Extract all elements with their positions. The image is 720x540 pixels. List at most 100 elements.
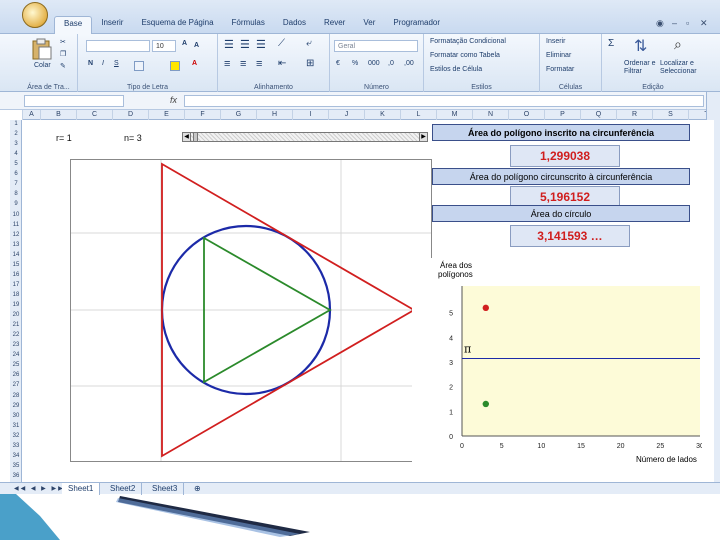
tab-dados[interactable]: Dados — [274, 16, 315, 34]
row-header[interactable]: 9 — [10, 201, 22, 207]
row-header[interactable]: 4 — [10, 151, 22, 157]
row-header[interactable]: 34 — [10, 453, 22, 459]
find-select-button[interactable]: Localizar e Seleccionar — [660, 60, 704, 76]
column-header-d[interactable]: D — [112, 110, 148, 120]
decrease-indent-icon[interactable]: ⇤ — [278, 58, 286, 69]
align-middle-icon[interactable]: ☰ — [240, 38, 250, 51]
grow-font-icon[interactable]: A — [182, 40, 187, 47]
align-right-icon[interactable]: ≡ — [256, 58, 262, 70]
row-header[interactable]: 6 — [10, 171, 22, 177]
column-header-r[interactable]: R — [616, 110, 652, 120]
row-header[interactable]: 3 — [10, 141, 22, 147]
office-button-icon[interactable] — [22, 2, 48, 28]
column-header-h[interactable]: H — [256, 110, 292, 120]
row-header[interactable]: 24 — [10, 352, 22, 358]
restore-icon[interactable]: ▫ — [686, 18, 689, 28]
row-header[interactable]: 11 — [10, 222, 22, 228]
tab-inserir[interactable]: Inserir — [92, 16, 132, 34]
row-header[interactable]: 8 — [10, 191, 22, 197]
column-header-q[interactable]: Q — [580, 110, 616, 120]
align-bottom-icon[interactable]: ☰ — [256, 38, 266, 51]
row-header[interactable]: 16 — [10, 272, 22, 278]
row-header[interactable]: 27 — [10, 382, 22, 388]
insert-cells-button[interactable]: Inserir — [546, 38, 565, 45]
percent-icon[interactable]: % — [352, 60, 358, 67]
row-header[interactable]: 5 — [10, 161, 22, 167]
row-header[interactable]: 12 — [10, 232, 22, 238]
paste-label[interactable]: Colar — [34, 62, 51, 69]
column-header-o[interactable]: O — [508, 110, 544, 120]
sides-scrollbar[interactable]: ◀ ▶ — [182, 132, 428, 142]
column-header-m[interactable]: M — [436, 110, 472, 120]
column-header-n[interactable]: N — [472, 110, 508, 120]
conditional-formatting-button[interactable]: Formatação Condicional — [430, 38, 506, 45]
borders-icon[interactable] — [134, 61, 144, 71]
font-name-combo[interactable] — [86, 40, 150, 52]
format-painter-icon[interactable]: ✎ — [60, 62, 66, 70]
copy-icon[interactable]: ❐ — [60, 50, 66, 58]
row-header[interactable]: 25 — [10, 362, 22, 368]
row-header[interactable]: 23 — [10, 342, 22, 348]
increase-decimal-icon[interactable]: ,0 — [388, 60, 394, 67]
row-header[interactable]: 28 — [10, 393, 22, 399]
row-header[interactable]: 26 — [10, 372, 22, 378]
column-header-p[interactable]: P — [544, 110, 580, 120]
wrap-text-icon[interactable]: ⤶ — [306, 38, 312, 49]
row-header[interactable]: 36 — [10, 473, 22, 479]
tab-rever[interactable]: Rever — [315, 16, 354, 34]
tab-base[interactable]: Base — [54, 16, 93, 34]
find-select-icon[interactable]: ⌕ — [674, 36, 682, 53]
row-header[interactable]: 35 — [10, 463, 22, 469]
align-center-icon[interactable]: ≡ — [240, 58, 246, 70]
format-as-table-button[interactable]: Formatar como Tabela — [430, 52, 500, 59]
row-header[interactable]: 7 — [10, 181, 22, 187]
column-header-e[interactable]: E — [148, 110, 184, 120]
cut-icon[interactable]: ✂ — [60, 38, 66, 46]
column-header-s[interactable]: S — [652, 110, 688, 120]
row-header[interactable]: 13 — [10, 242, 22, 248]
row-header[interactable]: 2 — [10, 131, 22, 137]
font-color-icon[interactable]: A — [192, 60, 197, 67]
row-header[interactable]: 33 — [10, 443, 22, 449]
column-header-a[interactable]: A — [22, 110, 40, 120]
row-header[interactable]: 29 — [10, 403, 22, 409]
paste-icon[interactable] — [30, 38, 54, 60]
column-header-b[interactable]: B — [40, 110, 76, 120]
column-header-j[interactable]: J — [328, 110, 364, 120]
font-size-combo[interactable]: 10 — [152, 40, 176, 52]
currency-icon[interactable]: € — [336, 60, 340, 67]
row-header[interactable]: 30 — [10, 413, 22, 419]
tab-esquema[interactable]: Esquema de Página — [132, 16, 222, 34]
tab-formulas[interactable]: Fórmulas — [223, 16, 274, 34]
row-header[interactable]: 32 — [10, 433, 22, 439]
sort-filter-icon[interactable]: ⇅ — [634, 36, 647, 56]
fill-color-icon[interactable] — [170, 61, 180, 71]
close-icon[interactable]: ✕ — [700, 18, 708, 29]
align-left-icon[interactable]: ≡ — [224, 58, 230, 70]
row-header[interactable]: 15 — [10, 262, 22, 268]
row-header[interactable]: 20 — [10, 312, 22, 318]
tab-ver[interactable]: Ver — [354, 16, 384, 34]
format-cells-button[interactable]: Formatar — [546, 66, 574, 73]
decrease-decimal-icon[interactable]: ,00 — [404, 60, 414, 67]
name-box[interactable] — [24, 95, 124, 107]
autosum-icon[interactable]: Σ — [608, 38, 614, 49]
align-top-icon[interactable]: ☰ — [224, 38, 234, 51]
formula-input[interactable] — [184, 95, 704, 107]
row-header[interactable]: 10 — [10, 212, 22, 218]
number-format-combo[interactable]: Geral — [334, 40, 418, 52]
scroll-thumb[interactable] — [193, 132, 198, 142]
delete-cells-button[interactable]: Eliminar — [546, 52, 571, 59]
column-header-i[interactable]: I — [292, 110, 328, 120]
row-header[interactable]: 17 — [10, 282, 22, 288]
row-header[interactable]: 31 — [10, 423, 22, 429]
row-header[interactable]: 1 — [10, 121, 22, 127]
italic-icon[interactable]: I — [102, 60, 104, 67]
orientation-icon[interactable]: ⟋ — [278, 38, 285, 49]
scroll-left-arrow[interactable]: ◀ — [182, 132, 191, 142]
column-header-c[interactable]: C — [76, 110, 112, 120]
cell-styles-button[interactable]: Estilos de Célula — [430, 66, 482, 73]
row-header[interactable]: 21 — [10, 322, 22, 328]
tab-programador[interactable]: Programador — [384, 16, 449, 34]
column-header-k[interactable]: K — [364, 110, 400, 120]
